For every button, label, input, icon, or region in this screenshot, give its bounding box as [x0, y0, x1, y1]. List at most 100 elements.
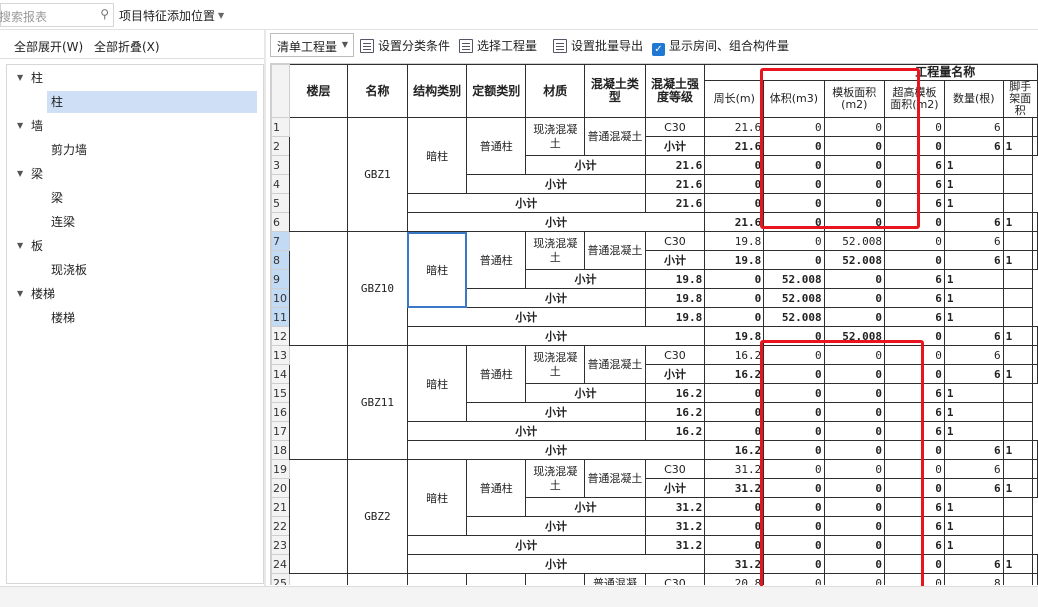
- floor-cell[interactable]: [289, 345, 348, 460]
- super-formwork-area-cell[interactable]: 0: [884, 231, 945, 251]
- volume-cell[interactable]: 0: [704, 421, 765, 441]
- formwork-area-cell[interactable]: 0: [763, 516, 825, 536]
- count-cell[interactable]: 6: [943, 212, 1004, 232]
- structure-type-cell[interactable]: 暗柱: [406, 231, 468, 308]
- select-quantity-button[interactable]: 选择工程量: [459, 37, 537, 54]
- super-formwork-area-cell[interactable]: 0: [884, 136, 945, 156]
- quota-type-cell[interactable]: 普通柱: [466, 231, 527, 289]
- floor-cell[interactable]: [289, 117, 348, 232]
- tree-item[interactable]: 连梁: [7, 211, 263, 233]
- material-cell[interactable]: 现浇混凝土: [525, 117, 586, 156]
- material-cell[interactable]: 现浇混凝土: [525, 231, 586, 270]
- tree-item[interactable]: ▼ 板: [7, 235, 263, 257]
- volume-cell[interactable]: 0: [763, 478, 825, 498]
- formwork-area-cell[interactable]: 0: [823, 554, 886, 574]
- formwork-area-cell[interactable]: 0: [763, 383, 825, 403]
- formwork-area-cell[interactable]: 0: [823, 440, 886, 460]
- scaffold-area-cell[interactable]: 1: [1002, 136, 1034, 156]
- super-formwork-area-cell[interactable]: 0: [823, 535, 886, 555]
- material-cell[interactable]: 现浇混凝土: [525, 459, 586, 498]
- perimeter-cell[interactable]: 31.2: [704, 554, 765, 574]
- count-cell[interactable]: 6: [943, 136, 1004, 156]
- floor-cell[interactable]: [289, 231, 348, 346]
- count-cell[interactable]: 6: [884, 497, 945, 517]
- volume-cell[interactable]: 0: [704, 535, 765, 555]
- formwork-area-cell[interactable]: 0: [823, 345, 886, 365]
- volume-cell[interactable]: 0: [704, 307, 765, 327]
- count-cell[interactable]: 6: [943, 364, 1004, 384]
- volume-cell[interactable]: 0: [704, 193, 765, 213]
- expand-all-button[interactable]: 全部展开(W): [14, 38, 83, 55]
- table-row[interactable]: 19 GBZ2 暗柱 普通柱 现浇混凝土 普通混凝土 C30 31.2 0 0 0 6: [271, 459, 1038, 574]
- super-formwork-area-cell[interactable]: 0: [823, 155, 886, 175]
- collapse-all-button[interactable]: 全部折叠(X): [94, 38, 160, 55]
- search-icon[interactable]: ⚲: [100, 7, 109, 21]
- scaffold-area-cell[interactable]: 1: [1002, 212, 1034, 232]
- perimeter-cell[interactable]: 31.2: [644, 516, 706, 536]
- volume-cell[interactable]: 0: [704, 383, 765, 403]
- super-formwork-area-cell[interactable]: 0: [823, 497, 886, 517]
- super-formwork-area-cell[interactable]: 0: [884, 554, 945, 574]
- scaffold-area-cell[interactable]: 1: [943, 402, 1004, 422]
- super-formwork-area-cell[interactable]: 0: [884, 478, 945, 498]
- count-cell[interactable]: 6: [943, 231, 1004, 251]
- count-cell[interactable]: 6: [884, 174, 945, 194]
- scaffold-area-cell[interactable]: 1: [1002, 326, 1034, 346]
- floor-cell[interactable]: [289, 459, 348, 574]
- scaffold-area-cell[interactable]: 1: [1002, 554, 1034, 574]
- perimeter-cell[interactable]: 16.2: [704, 345, 765, 365]
- formwork-area-cell[interactable]: 0: [763, 174, 825, 194]
- formwork-area-cell[interactable]: 0: [763, 155, 825, 175]
- formwork-area-cell[interactable]: 0: [823, 117, 886, 137]
- volume-cell[interactable]: 0: [704, 288, 765, 308]
- scaffold-area-cell[interactable]: 1: [1002, 364, 1034, 384]
- component-name-cell[interactable]: GBZ1: [346, 117, 408, 232]
- quota-type-cell[interactable]: 普通柱: [466, 345, 527, 403]
- count-cell[interactable]: 6: [884, 193, 945, 213]
- formwork-area-cell[interactable]: 0: [823, 136, 886, 156]
- volume-cell[interactable]: 0: [763, 440, 825, 460]
- volume-cell[interactable]: 0: [763, 212, 825, 232]
- super-formwork-area-cell[interactable]: 0: [823, 402, 886, 422]
- count-cell[interactable]: 6: [884, 155, 945, 175]
- formwork-area-cell[interactable]: 0: [763, 497, 825, 517]
- tree-item[interactable]: 楼梯: [7, 307, 263, 329]
- volume-cell[interactable]: 0: [763, 231, 825, 251]
- perimeter-cell[interactable]: 21.6: [704, 212, 765, 232]
- super-formwork-area-cell[interactable]: 0: [884, 364, 945, 384]
- concrete-type-cell[interactable]: 普通混凝土: [584, 231, 646, 270]
- formwork-area-cell[interactable]: 0: [763, 421, 825, 441]
- count-cell[interactable]: 6: [884, 288, 945, 308]
- tree-item[interactable]: ▼ 楼梯: [7, 283, 263, 305]
- perimeter-cell[interactable]: 21.6: [644, 174, 706, 194]
- volume-cell[interactable]: 0: [763, 250, 825, 270]
- formwork-area-cell[interactable]: 52.008: [763, 307, 825, 327]
- scaffold-area-cell[interactable]: 1: [943, 516, 1004, 536]
- component-name-cell[interactable]: GBZ10: [346, 231, 408, 346]
- super-formwork-area-cell[interactable]: 0: [823, 174, 886, 194]
- volume-cell[interactable]: 0: [763, 136, 825, 156]
- quota-type-cell[interactable]: 普通柱: [466, 117, 527, 175]
- tree-item[interactable]: ▼ 柱: [7, 67, 263, 89]
- tree-item[interactable]: 柱: [7, 91, 263, 113]
- scaffold-area-cell[interactable]: 1: [1002, 440, 1034, 460]
- volume-cell[interactable]: 0: [704, 402, 765, 422]
- perimeter-cell[interactable]: 31.2: [704, 478, 765, 498]
- scaffold-area-cell[interactable]: 1: [943, 421, 1004, 441]
- perimeter-cell[interactable]: 21.6: [704, 136, 765, 156]
- set-category-button[interactable]: 设置分类条件: [360, 37, 450, 54]
- count-cell[interactable]: 6: [884, 535, 945, 555]
- perimeter-cell[interactable]: 16.2: [704, 364, 765, 384]
- perimeter-cell[interactable]: 31.2: [704, 459, 765, 479]
- quantity-type-dropdown[interactable]: 清单工程量 ▼: [270, 33, 354, 57]
- tree-expand-icon[interactable]: ▼: [17, 115, 23, 137]
- volume-cell[interactable]: 0: [704, 516, 765, 536]
- super-formwork-area-cell[interactable]: 0: [823, 269, 886, 289]
- formwork-area-cell[interactable]: 52.008: [823, 326, 886, 346]
- super-formwork-area-cell[interactable]: 0: [823, 288, 886, 308]
- formwork-area-cell[interactable]: 0: [823, 459, 886, 479]
- scaffold-area-cell[interactable]: 1: [943, 307, 1004, 327]
- volume-cell[interactable]: 0: [763, 345, 825, 365]
- scaffold-area-cell[interactable]: 1: [943, 497, 1004, 517]
- volume-cell[interactable]: 0: [704, 155, 765, 175]
